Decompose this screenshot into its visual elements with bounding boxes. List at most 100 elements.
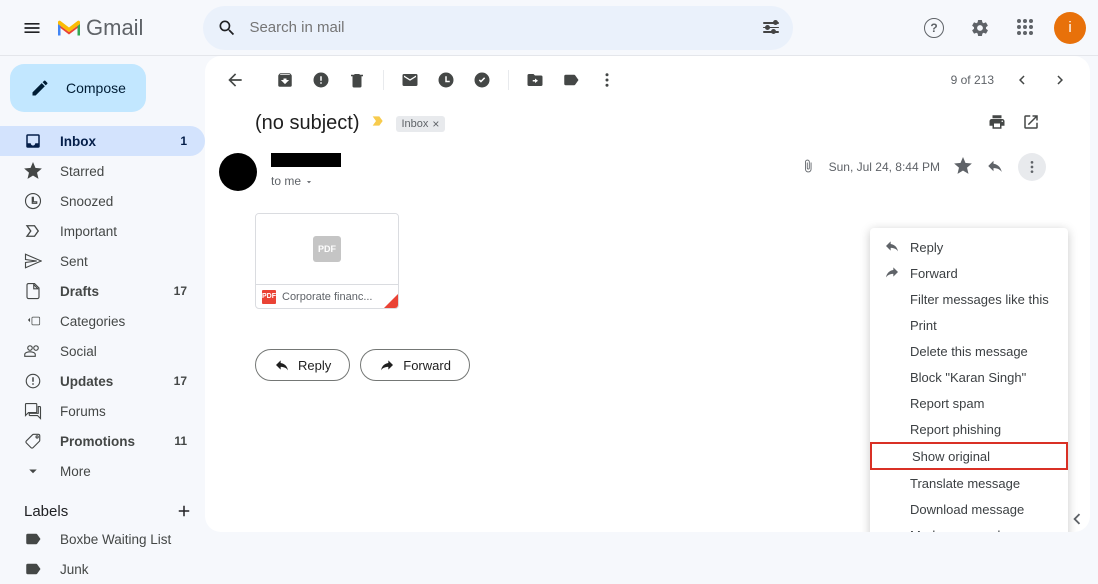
menu-item-label: Translate message (910, 476, 1020, 491)
menu-item-download-message[interactable]: Download message (870, 496, 1068, 522)
compose-button[interactable]: Compose (10, 64, 146, 112)
search-input[interactable] (249, 19, 763, 36)
top-header: Gmail ? i (0, 0, 1098, 56)
mark-unread-button[interactable] (394, 64, 426, 96)
nav-list: Inbox1StarredSnoozedImportantSentDrafts1… (0, 126, 205, 486)
attachment-preview: PDF (256, 214, 398, 284)
email-subject: (no subject) (255, 112, 360, 135)
side-panel-toggle-icon[interactable] (1066, 508, 1088, 530)
sidebar-item-categories[interactable]: Categories (0, 306, 205, 336)
account-avatar[interactable]: i (1054, 12, 1086, 44)
forward-button[interactable]: Forward (360, 349, 470, 381)
older-button[interactable] (1044, 64, 1076, 96)
sidebar-item-count: 1 (180, 134, 187, 148)
sidebar-item-label: Drafts (60, 284, 174, 299)
back-button[interactable] (219, 64, 251, 96)
gmail-m-icon (56, 18, 82, 38)
more-toolbar-button[interactable] (591, 64, 623, 96)
search-icon (217, 18, 237, 38)
sidebar-item-important[interactable]: Important (0, 216, 205, 246)
message-context-menu: Reply Forward Filter messages like this Pri… (870, 228, 1068, 532)
reply-button[interactable]: Reply (255, 349, 350, 381)
sidebar-item-starred[interactable]: Starred (0, 156, 205, 186)
menu-item-translate-message[interactable]: Translate message (870, 470, 1068, 496)
move-to-button[interactable] (519, 64, 551, 96)
sidebar-item-sent[interactable]: Sent (0, 246, 205, 276)
menu-item-show-original[interactable]: Show original (870, 442, 1068, 470)
message-toolbar: 9 of 213 (205, 56, 1090, 104)
menu-item-block-karan-singh-[interactable]: Block "Karan Singh" (870, 364, 1068, 390)
menu-item-print[interactable]: Print (870, 312, 1068, 338)
important-marker-icon[interactable] (370, 113, 386, 134)
sidebar-item-inbox[interactable]: Inbox1 (0, 126, 205, 156)
attachment-indicator-icon (801, 159, 815, 176)
delete-button[interactable] (341, 64, 373, 96)
email-date: Sun, Jul 24, 8:44 PM (829, 160, 940, 174)
recipient-line[interactable]: to me (271, 174, 341, 188)
archive-button[interactable] (269, 64, 301, 96)
message-more-button[interactable] (1018, 153, 1046, 181)
menu-item-label: Print (910, 318, 937, 333)
star-button[interactable] (954, 157, 972, 178)
sidebar-item-promotions[interactable]: Promotions11 (0, 426, 205, 456)
main-panel: 9 of 213 (no subject) Inbox× to me (205, 56, 1090, 532)
main-menu-button[interactable] (12, 8, 52, 48)
print-button[interactable] (988, 113, 1006, 134)
attachment-card[interactable]: PDF PDF Corporate financ... (255, 213, 399, 309)
labels-button[interactable] (555, 64, 587, 96)
settings-button[interactable] (962, 10, 998, 46)
hamburger-icon (22, 18, 42, 38)
search-options-icon[interactable] (763, 22, 779, 33)
gmail-logo[interactable]: Gmail (56, 15, 143, 41)
promotions-icon (24, 432, 42, 450)
sidebar: Compose Inbox1StarredSnoozedImportantSen… (0, 56, 205, 532)
report-spam-button[interactable] (305, 64, 337, 96)
menu-item-label: Delete this message (910, 344, 1028, 359)
subject-row: (no subject) Inbox× (205, 104, 1090, 139)
chevron-down-icon (304, 177, 314, 187)
support-button[interactable]: ? (916, 10, 952, 46)
important-icon (24, 222, 42, 240)
menu-item-delete-this-message[interactable]: Delete this message (870, 338, 1068, 364)
chip-close-icon[interactable]: × (432, 117, 439, 131)
social-icon (24, 342, 42, 360)
sidebar-item-label: Forums (60, 404, 193, 419)
newer-button[interactable] (1006, 64, 1038, 96)
updates-icon (24, 372, 42, 390)
sidebar-item-updates[interactable]: Updates17 (0, 366, 205, 396)
search-bar[interactable] (203, 6, 793, 50)
apps-grid-icon (1017, 19, 1035, 37)
menu-item-label: Reply (910, 240, 943, 255)
menu-item-forward[interactable]: Forward (870, 260, 1068, 286)
label-item[interactable]: Junk (0, 554, 205, 584)
add-task-button[interactable] (466, 64, 498, 96)
labels-title: Labels (24, 503, 68, 520)
menu-item-report-phishing[interactable]: Report phishing (870, 416, 1068, 442)
sidebar-item-social[interactable]: Social (0, 336, 205, 366)
gmail-text: Gmail (86, 15, 143, 41)
menu-item-mark-as-unread[interactable]: Mark as unread (870, 522, 1068, 532)
reply-icon (884, 238, 910, 257)
sidebar-item-label: More (60, 464, 193, 479)
open-new-window-button[interactable] (1022, 113, 1040, 134)
sender-avatar[interactable] (219, 153, 257, 191)
snooze-button[interactable] (430, 64, 462, 96)
sidebar-item-more[interactable]: More (0, 456, 205, 486)
menu-item-reply[interactable]: Reply (870, 234, 1068, 260)
sidebar-item-drafts[interactable]: Drafts17 (0, 276, 205, 306)
menu-item-filter-messages-like-this[interactable]: Filter messages like this (870, 286, 1068, 312)
draft-icon (24, 282, 42, 300)
attachment-filename: Corporate financ... (282, 291, 373, 303)
menu-item-label: Report spam (910, 396, 984, 411)
sidebar-item-forums[interactable]: Forums (0, 396, 205, 426)
add-label-icon[interactable] (175, 502, 193, 520)
sidebar-item-snoozed[interactable]: Snoozed (0, 186, 205, 216)
menu-item-report-spam[interactable]: Report spam (870, 390, 1068, 416)
menu-item-label: Forward (910, 266, 958, 281)
reply-quick-button[interactable] (986, 157, 1004, 178)
google-apps-button[interactable] (1008, 10, 1044, 46)
inbox-chip[interactable]: Inbox× (396, 116, 446, 132)
label-item[interactable]: Boxbe Waiting List (0, 524, 205, 554)
labels-header: Labels (0, 486, 205, 524)
menu-item-label: Show original (912, 449, 990, 464)
